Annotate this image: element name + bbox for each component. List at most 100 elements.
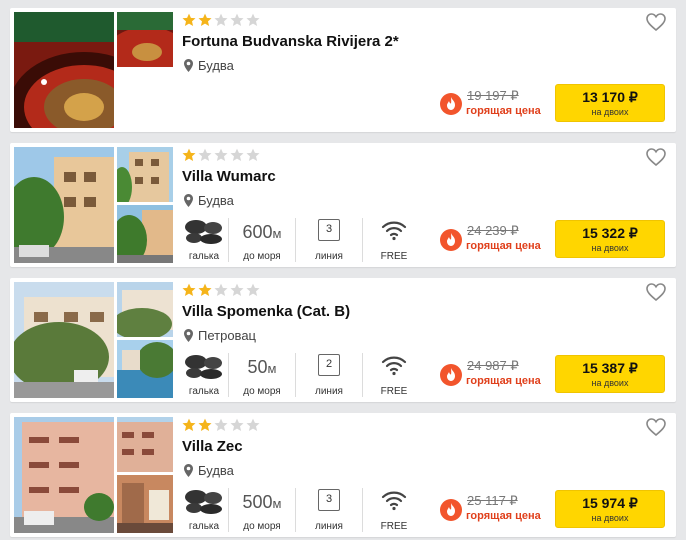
star-filled-icon xyxy=(182,283,196,296)
feature-line: 2 линия xyxy=(296,351,362,399)
wifi-label: FREE xyxy=(380,251,408,262)
distance-value: 500м xyxy=(242,492,282,512)
hotel-photo-thumb[interactable] xyxy=(117,282,173,337)
hotel-photo-main[interactable] xyxy=(14,12,114,128)
price-note: на двоих xyxy=(591,107,629,117)
feature-beach: галька xyxy=(180,351,228,399)
feature-wifi: FREE xyxy=(363,486,425,534)
star-empty-icon xyxy=(214,418,228,431)
star-empty-icon xyxy=(246,148,260,161)
favorite-heart-icon[interactable] xyxy=(646,418,666,436)
hotel-card[interactable]: Villa Spomenka (Cat. B) Петровац галька … xyxy=(10,278,676,402)
favorite-heart-icon[interactable] xyxy=(646,148,666,166)
star-empty-icon xyxy=(246,283,260,296)
star-filled-icon xyxy=(182,13,196,26)
star-empty-icon xyxy=(230,283,244,296)
star-empty-icon xyxy=(230,418,244,431)
feature-wifi: FREE xyxy=(363,351,425,399)
hotel-photo-thumb[interactable] xyxy=(117,205,173,263)
wifi-label: FREE xyxy=(380,521,408,532)
location-text: Будва xyxy=(198,193,234,208)
hotel-photo-main[interactable] xyxy=(14,417,114,533)
hotel-photo-main[interactable] xyxy=(14,147,114,263)
price-note: на двоих xyxy=(591,378,629,388)
beach-label: галька xyxy=(188,521,220,532)
hotel-name[interactable]: Villa Spomenka (Cat. B) xyxy=(182,303,350,320)
star-rating xyxy=(182,283,260,297)
hotel-location: Будва xyxy=(184,193,234,208)
old-price: 24 239 ₽ xyxy=(467,223,519,238)
price-button[interactable]: 15 387 ₽ на двоих xyxy=(555,355,665,393)
hotel-photo-thumb[interactable] xyxy=(117,417,173,472)
feature-beach: галька xyxy=(180,486,228,534)
hotel-photo-thumb[interactable] xyxy=(117,12,173,67)
beach-label: галька xyxy=(188,386,220,397)
hotel-photo-main[interactable] xyxy=(14,282,114,398)
wifi-icon xyxy=(381,221,407,241)
distance-label: до моря xyxy=(243,386,281,397)
star-empty-icon xyxy=(214,13,228,26)
feature-distance: 50м до моря xyxy=(229,351,295,399)
hotel-name[interactable]: Villa Zec xyxy=(182,438,243,455)
star-rating xyxy=(182,418,260,432)
feature-wifi: FREE xyxy=(363,216,425,264)
hot-price-label: горящая цена xyxy=(466,375,541,387)
price-value: 15 322 ₽ xyxy=(582,225,638,241)
star-empty-icon xyxy=(198,148,212,161)
price-button[interactable]: 15 974 ₽ на двоих xyxy=(555,490,665,528)
price-value: 15 387 ₽ xyxy=(582,360,638,376)
price-button[interactable]: 15 322 ₽ на двоих xyxy=(555,220,665,258)
hotel-photo-thumb[interactable] xyxy=(117,147,173,202)
favorite-heart-icon[interactable] xyxy=(646,13,666,31)
line-number: 3 xyxy=(318,489,340,511)
hotel-photo-thumb[interactable] xyxy=(117,340,173,398)
star-filled-icon xyxy=(198,283,212,296)
hotel-name[interactable]: Villa Wumarc xyxy=(182,168,276,185)
star-empty-icon xyxy=(214,283,228,296)
hot-price-label: горящая цена xyxy=(466,240,541,252)
line-label: линия xyxy=(315,521,343,532)
star-filled-icon xyxy=(182,148,196,161)
pebbles-icon xyxy=(185,355,222,379)
distance-label: до моря xyxy=(243,521,281,532)
feature-distance: 600м до моря xyxy=(229,216,295,264)
hot-price-fire-icon xyxy=(440,364,462,386)
location-pin-icon xyxy=(184,194,193,207)
location-pin-icon xyxy=(184,59,193,72)
location-text: Петровац xyxy=(198,328,256,343)
pebbles-icon xyxy=(185,490,222,514)
distance-label: до моря xyxy=(243,251,281,262)
star-rating xyxy=(182,13,260,27)
hot-price-fire-icon xyxy=(440,229,462,251)
hotel-card[interactable]: Fortuna Budvanska Rivijera 2* Будва 19 1… xyxy=(10,8,676,132)
hotel-card[interactable]: Villa Zec Будва галька 500м до моря 3 ли… xyxy=(10,413,676,537)
star-empty-icon xyxy=(246,13,260,26)
price-value: 15 974 ₽ xyxy=(582,495,638,511)
wifi-icon xyxy=(381,356,407,376)
location-pin-icon xyxy=(184,329,193,342)
star-empty-icon xyxy=(246,418,260,431)
star-filled-icon xyxy=(198,13,212,26)
pebbles-icon xyxy=(185,220,222,244)
price-note: на двоих xyxy=(591,513,629,523)
hot-price-label: горящая цена xyxy=(466,105,541,117)
line-number: 3 xyxy=(318,219,340,241)
old-price: 24 987 ₽ xyxy=(467,358,519,373)
hotel-location: Петровац xyxy=(184,328,256,343)
hot-price-fire-icon xyxy=(440,93,462,115)
hotel-location: Будва xyxy=(184,58,234,73)
hotel-photo-thumb[interactable] xyxy=(117,475,173,533)
price-value: 13 170 ₽ xyxy=(582,89,638,105)
star-empty-icon xyxy=(214,148,228,161)
wifi-label: FREE xyxy=(380,386,408,397)
old-price: 19 197 ₽ xyxy=(467,88,519,103)
location-text: Будва xyxy=(198,463,234,478)
location-text: Будва xyxy=(198,58,234,73)
distance-value: 50м xyxy=(247,357,277,377)
favorite-heart-icon[interactable] xyxy=(646,283,666,301)
beach-label: галька xyxy=(188,251,220,262)
hotel-card[interactable]: Villa Wumarc Будва галька 600м до моря 3… xyxy=(10,143,676,267)
price-button[interactable]: 13 170 ₽ на двоих xyxy=(555,84,665,122)
hotel-name[interactable]: Fortuna Budvanska Rivijera 2* xyxy=(182,33,399,50)
wifi-icon xyxy=(381,491,407,511)
